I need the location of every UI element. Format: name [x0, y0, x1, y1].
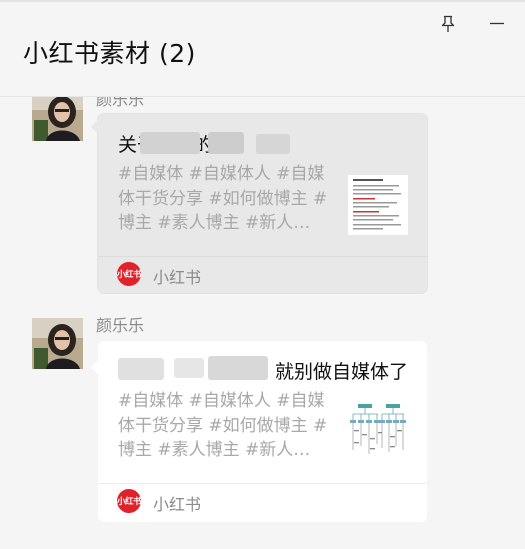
- blurred-title-region: [118, 358, 164, 380]
- card-divider: [98, 483, 427, 484]
- xiaohongshu-logo-icon: 小红书: [117, 489, 142, 513]
- window-top-border: [0, 0, 525, 2]
- card-thumbnail: [348, 175, 408, 235]
- blurred-title-region: [208, 132, 244, 154]
- card-description: #自媒体 #自媒体人 #自媒体干货分享 #如何做博主 #博主 #素人博主 #新人…: [118, 391, 328, 460]
- xiaohongshu-logo-icon: 小红书: [117, 262, 142, 286]
- card-source: 小红书: [153, 495, 202, 514]
- pin-button[interactable]: [434, 10, 462, 38]
- blurred-title-region: [208, 356, 268, 380]
- mind-map-thumbnail-icon: [348, 400, 408, 460]
- sender-name: 颜乐乐: [96, 97, 145, 109]
- avatar-photo-icon: [32, 318, 83, 369]
- card-title: 就别做自媒体了: [275, 361, 409, 383]
- sender-avatar[interactable]: [32, 318, 83, 369]
- card-source: 小红书: [153, 268, 202, 287]
- link-card[interactable]: 关于正确的… #自媒体 #自媒体人 #自媒体干货分享 #如何做博主 #博主 #素…: [98, 114, 427, 293]
- blurred-title-region: [140, 132, 200, 154]
- minimize-icon: [490, 22, 504, 25]
- sender-name: 颜乐乐: [96, 316, 145, 335]
- bubble-arrow: [91, 360, 98, 374]
- avatar-photo-icon: [32, 97, 83, 141]
- chat-header: 小红书素材 (2): [0, 0, 525, 97]
- chat-title: 小红书素材 (2): [23, 39, 196, 68]
- document-thumbnail-icon: [348, 175, 408, 235]
- blurred-title-region: [174, 358, 204, 378]
- message-list[interactable]: 颜乐乐 关于正确的… #自媒体 #自媒体人 #自媒体干货分享 #如何做博主 #博…: [0, 97, 525, 549]
- card-description: #自媒体 #自媒体人 #自媒体干货分享 #如何做博主 #博主 #素人博主 #新人…: [118, 164, 328, 233]
- card-thumbnail: [348, 400, 408, 460]
- sender-avatar[interactable]: [32, 97, 83, 141]
- card-divider: [98, 256, 427, 257]
- pin-icon: [441, 15, 455, 32]
- bubble-arrow: [91, 120, 98, 134]
- blurred-title-region: [256, 134, 290, 154]
- link-card[interactable]: 就别做自媒体了 #自媒体 #自媒体人 #自媒体干货分享 #如何做博主 #博主 #…: [98, 341, 427, 522]
- minimize-button[interactable]: [483, 9, 511, 37]
